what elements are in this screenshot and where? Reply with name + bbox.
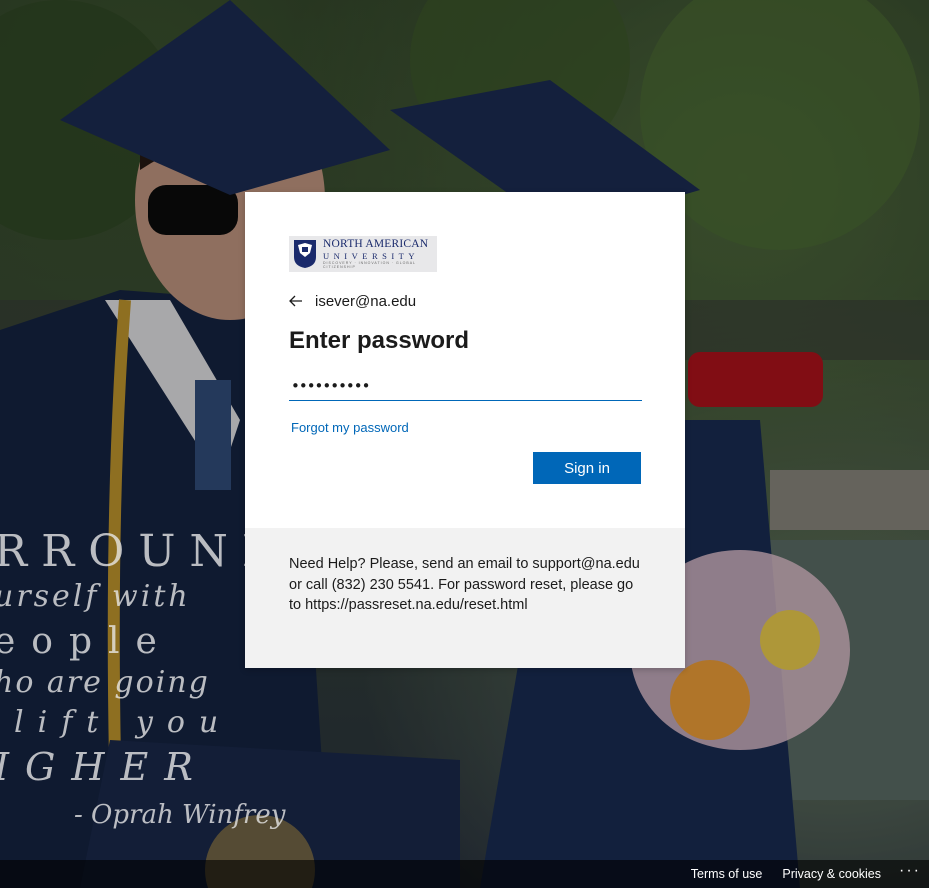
quote-line: urself with [0, 579, 191, 614]
university-logo: NORTH AMERICAN UNIVERSITY DISCOVERY · IN… [289, 236, 437, 272]
quote-line: - Oprah Winfrey [74, 800, 286, 830]
quote-line: IGHER [0, 745, 209, 789]
back-arrow-icon[interactable] [289, 292, 307, 310]
quote-line: RROUND [0, 526, 292, 577]
footer-bar: Terms of use Privacy & cookies ··· [0, 860, 929, 888]
university-crest-icon [294, 240, 316, 268]
help-text: Need Help? Please, send an email to supp… [289, 556, 640, 613]
quote-line: ho are going [0, 665, 210, 700]
privacy-cookies-link[interactable]: Privacy & cookies [782, 867, 881, 881]
logo-name: NORTH AMERICAN [323, 238, 429, 250]
button-row: Sign in [533, 452, 641, 484]
forgot-password-link[interactable]: Forgot my password [291, 420, 409, 435]
logo-tagline: DISCOVERY · INNOVATION · GLOBAL CITIZENS… [323, 261, 416, 269]
sign-in-button[interactable]: Sign in [533, 452, 641, 484]
sign-in-card: NORTH AMERICAN UNIVERSITY DISCOVERY · IN… [245, 192, 685, 668]
sign-in-page: RROUND urself with eople ho are going li… [0, 0, 929, 888]
quote-line: eople [0, 621, 173, 662]
terms-of-use-link[interactable]: Terms of use [691, 867, 763, 881]
password-field[interactable] [289, 372, 642, 401]
identity-banner: isever@na.edu [289, 292, 641, 310]
more-options-icon[interactable]: ··· [899, 863, 921, 885]
background-quote: RROUND urself with eople ho are going li… [0, 526, 292, 830]
page-title: Enter password [289, 327, 470, 354]
password-field-wrapper [289, 372, 642, 401]
logo-subname: UNIVERSITY [323, 250, 419, 261]
help-section: Need Help? Please, send an email to supp… [245, 528, 685, 668]
sign-in-form: NORTH AMERICAN UNIVERSITY DISCOVERY · IN… [245, 192, 685, 528]
identity-email: isever@na.edu [315, 292, 417, 310]
quote-line: lift you [14, 705, 233, 740]
